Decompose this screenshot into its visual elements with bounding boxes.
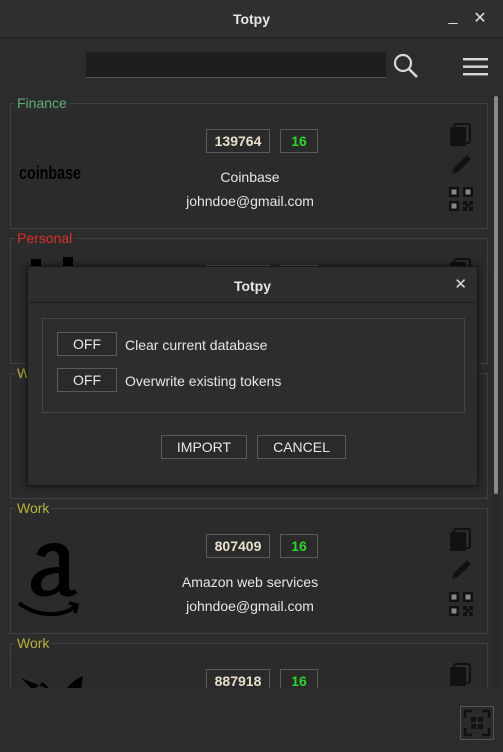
overwrite-tokens-toggle[interactable]: OFF bbox=[57, 368, 117, 392]
scrollbar[interactable] bbox=[493, 94, 499, 688]
token-entry: Work 887918 16 bbox=[10, 635, 488, 688]
totp-code[interactable]: 887918 bbox=[206, 669, 270, 688]
import-button[interactable]: IMPORT bbox=[161, 435, 247, 459]
bottom-bar bbox=[0, 688, 503, 752]
scan-qr-button[interactable] bbox=[460, 706, 494, 740]
group-label: Work bbox=[15, 500, 52, 516]
search-icon[interactable] bbox=[393, 53, 419, 79]
import-dialog: Totpy ✕ OFF Clear current database OFF O… bbox=[27, 266, 478, 486]
token-entry: Work 807409 16 Amazon web services johnd… bbox=[10, 500, 488, 634]
edit-icon[interactable] bbox=[448, 557, 474, 583]
entry-logo bbox=[21, 676, 83, 688]
cancel-button[interactable]: CANCEL bbox=[257, 435, 346, 459]
copy-icon[interactable] bbox=[448, 122, 474, 148]
totp-timer: 16 bbox=[280, 534, 318, 558]
group-label: Finance bbox=[15, 95, 69, 111]
hamburger-menu-icon[interactable] bbox=[463, 57, 489, 77]
scrollbar-thumb[interactable] bbox=[494, 96, 498, 494]
account-name: johndoe@gmail.com bbox=[186, 193, 314, 209]
clear-database-label: Clear current database bbox=[125, 337, 268, 353]
copy-icon[interactable] bbox=[448, 527, 474, 553]
group-label: Personal bbox=[15, 230, 75, 246]
dialog-close-button[interactable]: ✕ bbox=[454, 275, 467, 293]
qr-code-icon[interactable] bbox=[448, 186, 474, 212]
clear-database-toggle[interactable]: OFF bbox=[57, 332, 117, 356]
issuer-name: Amazon web services bbox=[181, 574, 319, 590]
qr-code-icon[interactable] bbox=[448, 591, 474, 617]
totp-timer: 16 bbox=[280, 669, 318, 688]
dialog-titlebar: Totpy ✕ bbox=[28, 267, 477, 303]
totp-code[interactable]: 139764 bbox=[206, 129, 270, 153]
account-name: johndoe@gmail.com bbox=[186, 598, 314, 614]
close-button[interactable]: ✕ bbox=[470, 8, 490, 30]
totp-code[interactable]: 807409 bbox=[206, 534, 270, 558]
token-entry: Finance coinbase 139764 16 Coinbase john… bbox=[10, 95, 488, 229]
copy-icon[interactable] bbox=[448, 662, 474, 688]
totp-timer: 16 bbox=[280, 129, 318, 153]
window-title: Totpy bbox=[232, 11, 271, 27]
search-input[interactable] bbox=[86, 52, 386, 78]
overwrite-tokens-label: Overwrite existing tokens bbox=[125, 373, 282, 389]
edit-icon[interactable] bbox=[448, 152, 474, 178]
dialog-title: Totpy bbox=[233, 278, 272, 294]
window-titlebar: Totpy _ ✕ bbox=[0, 0, 503, 38]
import-options-panel: OFF Clear current database OFF Overwrite… bbox=[42, 318, 465, 413]
toolbar bbox=[0, 38, 503, 94]
group-label: Work bbox=[15, 635, 52, 651]
issuer-name: Coinbase bbox=[220, 169, 280, 185]
minimize-button[interactable]: _ bbox=[443, 6, 463, 28]
